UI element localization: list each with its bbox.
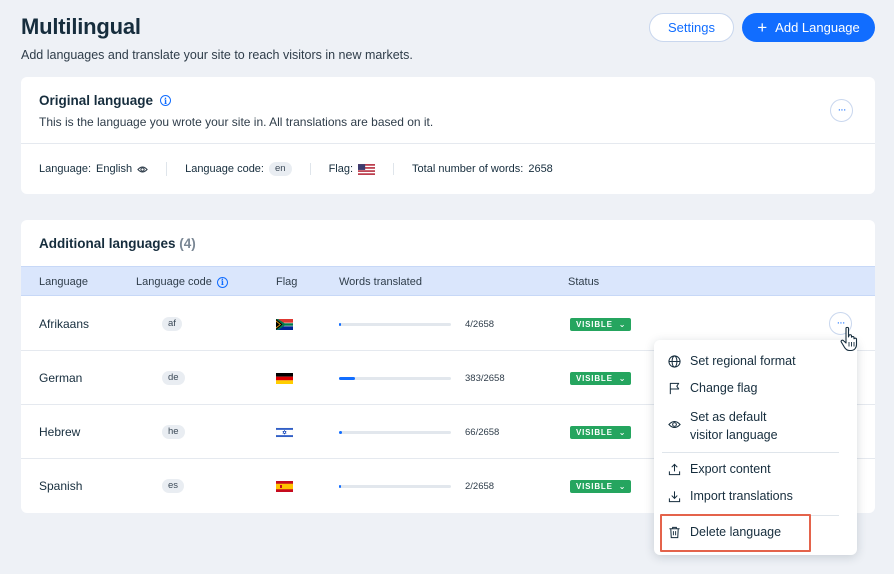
row-words-translated: 383/2658	[465, 372, 505, 384]
translation-progress-bar	[339, 484, 451, 488]
table-header: Language Language code i Flag Words tran…	[21, 266, 875, 296]
additional-languages-count: (4)	[179, 236, 196, 251]
row-language: Afrikaans	[39, 317, 90, 331]
translation-progress-fill	[339, 322, 341, 326]
row-code: de	[162, 371, 185, 385]
status-label: VISIBLE	[576, 373, 613, 383]
meta-words-value: 2658	[528, 163, 553, 175]
chevron-down-icon: ⌄	[618, 373, 626, 383]
menu-item-export-content[interactable]: Export content	[668, 462, 771, 476]
original-language-card: Original language i This is the language…	[21, 77, 875, 194]
globe-icon	[668, 355, 681, 368]
original-language-title: Original language	[39, 93, 154, 108]
row-words-translated: 66/2658	[465, 426, 500, 438]
eye-icon	[668, 420, 681, 429]
chevron-down-icon: ⌄	[618, 427, 626, 437]
row-code: he	[162, 425, 185, 439]
status-badge[interactable]: VISIBLE ⌄	[570, 371, 632, 385]
status-badge[interactable]: VISIBLE ⌄	[570, 425, 632, 439]
page-title: Multilingual	[21, 14, 141, 39]
chevron-down-icon: ⌄	[618, 481, 626, 491]
column-header-language: Language	[39, 276, 88, 288]
menu-item-set-regional-format[interactable]: Set regional format	[668, 354, 796, 368]
us-flag-icon	[358, 163, 376, 175]
eye-icon[interactable]	[137, 164, 148, 175]
row-words-translated: 2/2658	[465, 480, 495, 492]
status-label: VISIBLE	[576, 319, 613, 329]
translation-progress-bar	[339, 376, 451, 380]
status-badge[interactable]: VISIBLE ⌄	[570, 317, 632, 331]
translation-progress-bar	[339, 322, 451, 326]
translation-progress-fill	[339, 484, 341, 488]
menu-item-change-flag[interactable]: Change flag	[668, 381, 757, 395]
info-icon[interactable]: i	[216, 276, 228, 288]
divider	[21, 143, 875, 144]
add-language-button[interactable]: + Add Language	[742, 13, 875, 42]
plus-icon: +	[757, 17, 768, 37]
menu-separator	[662, 452, 839, 453]
export-icon	[668, 463, 681, 476]
translation-progress-fill	[339, 376, 356, 380]
column-header-words: Words translated	[339, 276, 422, 288]
meta-code-value: en	[269, 162, 292, 176]
original-language-description: This is the language you wrote your site…	[39, 115, 434, 129]
more-icon: ···	[837, 104, 847, 116]
south-africa-flag-icon	[276, 318, 293, 330]
original-language-heading: Original language i	[39, 93, 172, 108]
status-badge[interactable]: VISIBLE ⌄	[570, 479, 632, 493]
column-header-code-label: Language code	[136, 276, 212, 288]
import-icon	[668, 491, 681, 503]
israel-flag-icon	[276, 426, 293, 438]
meta-code-label: Language code:	[185, 163, 264, 175]
row-words-translated: 4/2658	[465, 318, 495, 330]
column-header-status: Status	[568, 276, 600, 288]
meta-words-label: Total number of words:	[412, 163, 524, 175]
meta-language-value: English	[96, 163, 133, 175]
add-language-label: Add Language	[775, 20, 860, 35]
row-language: German	[39, 371, 83, 385]
page-header: Multilingual Add languages and translate…	[21, 14, 413, 62]
row-language: Hebrew	[39, 425, 81, 439]
meta-language-label: Language:	[39, 163, 91, 175]
germany-flag-icon	[276, 372, 293, 384]
column-header-flag: Flag	[276, 276, 298, 288]
translation-progress-bar	[339, 430, 451, 434]
additional-languages-title: Additional languages	[39, 236, 176, 251]
original-more-actions-button[interactable]: ···	[830, 99, 853, 122]
menu-item-label: Import translations	[690, 489, 793, 503]
delete-language-highlight	[660, 514, 811, 552]
chevron-down-icon: ⌄	[618, 319, 626, 329]
meta-language: Language: English	[39, 163, 166, 175]
menu-item-label: Change flag	[690, 381, 758, 395]
menu-item-set-default-language[interactable]: Set as default visitor language	[668, 408, 798, 444]
meta-words: Total number of words: 2658	[393, 163, 571, 175]
status-label: VISIBLE	[576, 481, 613, 491]
meta-flag: Flag:	[309, 163, 393, 175]
meta-code: Language code: en	[166, 162, 310, 176]
menu-item-import-translations[interactable]: Import translations	[668, 489, 793, 503]
menu-item-label: Set as default visitor language	[690, 410, 778, 442]
row-code: af	[162, 317, 182, 331]
hand-pointer-icon	[840, 326, 858, 352]
page-subtitle: Add languages and translate your site to…	[21, 48, 413, 62]
meta-flag-label: Flag:	[328, 163, 354, 175]
spain-flag-icon	[276, 480, 293, 492]
menu-item-label: Set regional format	[690, 354, 796, 368]
row-code: es	[162, 479, 185, 493]
translation-progress-fill	[339, 430, 342, 434]
original-language-meta: Language: English Language code: en Flag…	[39, 161, 571, 177]
settings-button[interactable]: Settings	[649, 13, 734, 42]
menu-item-label: Export content	[690, 462, 771, 476]
row-language: Spanish	[39, 479, 83, 493]
info-icon[interactable]: i	[160, 95, 172, 106]
column-header-code: Language code i	[136, 276, 228, 288]
additional-languages-heading: Additional languages (4)	[39, 236, 196, 251]
status-label: VISIBLE	[576, 427, 613, 437]
flag-icon	[669, 382, 680, 395]
